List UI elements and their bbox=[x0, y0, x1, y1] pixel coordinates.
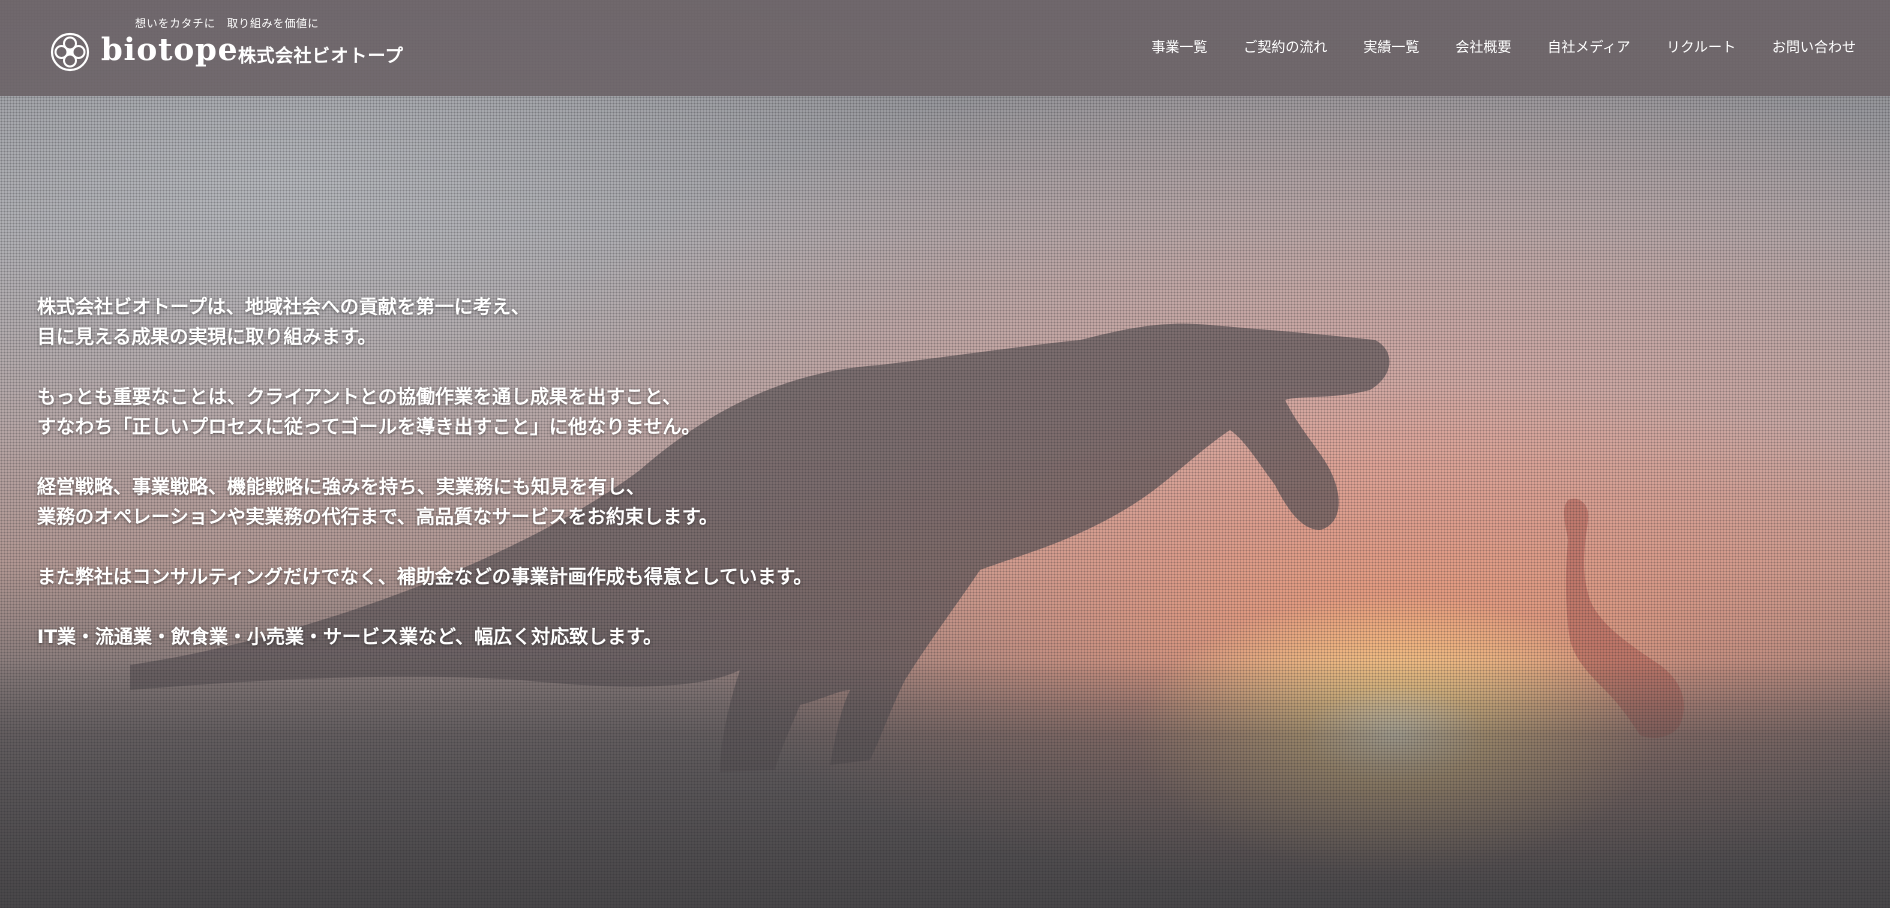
biotope-knot-logo-icon[interactable] bbox=[50, 32, 90, 72]
intro-paragraph: もっとも重要なことは、クライアントとの協働作業を通し成果を出すこと、 すなわち「… bbox=[37, 382, 937, 442]
intro-line: 株式会社ビオトープは、地域社会への貢献を第一に考え、 bbox=[37, 296, 530, 318]
intro-line: 経営戦略、事業戦略、機能戦略に強みを持ち、実業務にも知見を有し、 bbox=[37, 476, 646, 498]
intro-paragraph: また弊社はコンサルティングだけでなく、補助金などの事業計画作成も得意としています… bbox=[37, 562, 937, 592]
hero-intro-text: 株式会社ビオトープは、地域社会への貢献を第一に考え、 目に見える成果の実現に取り… bbox=[37, 292, 937, 682]
main-navigation: 事業一覧 ご契約の流れ 実績一覧 会社概要 自社メディア リクルート お問い合わ… bbox=[1115, 37, 1856, 57]
intro-paragraph: 株式会社ビオトープは、地域社会への貢献を第一に考え、 目に見える成果の実現に取り… bbox=[37, 292, 937, 352]
intro-line: すなわち「正しいプロセスに従ってゴールを導き出すこと」に他なりません。 bbox=[37, 416, 701, 438]
intro-line: 業務のオペレーションや実業務の代行まで、高品質なサービスをお約束します。 bbox=[37, 506, 718, 528]
intro-line: もっとも重要なことは、クライアントとの協働作業を通し成果を出すこと、 bbox=[37, 386, 682, 408]
page: 想いをカタチに 取り組みを価値に biotope 株式会社ビオトープ 事業一覧 … bbox=[0, 0, 1890, 908]
nav-item-services[interactable]: 事業一覧 bbox=[1151, 37, 1207, 57]
logo-wordmark[interactable]: biotope bbox=[101, 30, 239, 70]
intro-line: また弊社はコンサルティングだけでなく、補助金などの事業計画作成も得意としています… bbox=[37, 566, 813, 588]
nav-item-contact[interactable]: お問い合わせ bbox=[1772, 37, 1856, 57]
nav-item-own-media[interactable]: 自社メディア bbox=[1547, 37, 1630, 57]
nav-item-contract-flow[interactable]: ご契約の流れ bbox=[1243, 37, 1327, 57]
site-header: 想いをカタチに 取り組みを価値に biotope 株式会社ビオトープ 事業一覧 … bbox=[0, 0, 1890, 96]
intro-paragraph: IT業・流通業・飲食業・小売業・サービス業など、幅広く対応致します。 bbox=[37, 622, 937, 652]
intro-line: IT業・流通業・飲食業・小売業・サービス業など、幅広く対応致します。 bbox=[37, 626, 663, 648]
intro-line: 目に見える成果の実現に取り組みます。 bbox=[37, 326, 377, 348]
company-name: 株式会社ビオトープ bbox=[238, 46, 404, 67]
nav-item-achievements[interactable]: 実績一覧 bbox=[1363, 37, 1419, 57]
intro-paragraph: 経営戦略、事業戦略、機能戦略に強みを持ち、実業務にも知見を有し、 業務のオペレー… bbox=[37, 472, 937, 532]
tagline: 想いをカタチに 取り組みを価値に bbox=[135, 17, 319, 30]
nav-item-company-profile[interactable]: 会社概要 bbox=[1455, 37, 1511, 57]
nav-item-recruit[interactable]: リクルート bbox=[1666, 37, 1736, 57]
